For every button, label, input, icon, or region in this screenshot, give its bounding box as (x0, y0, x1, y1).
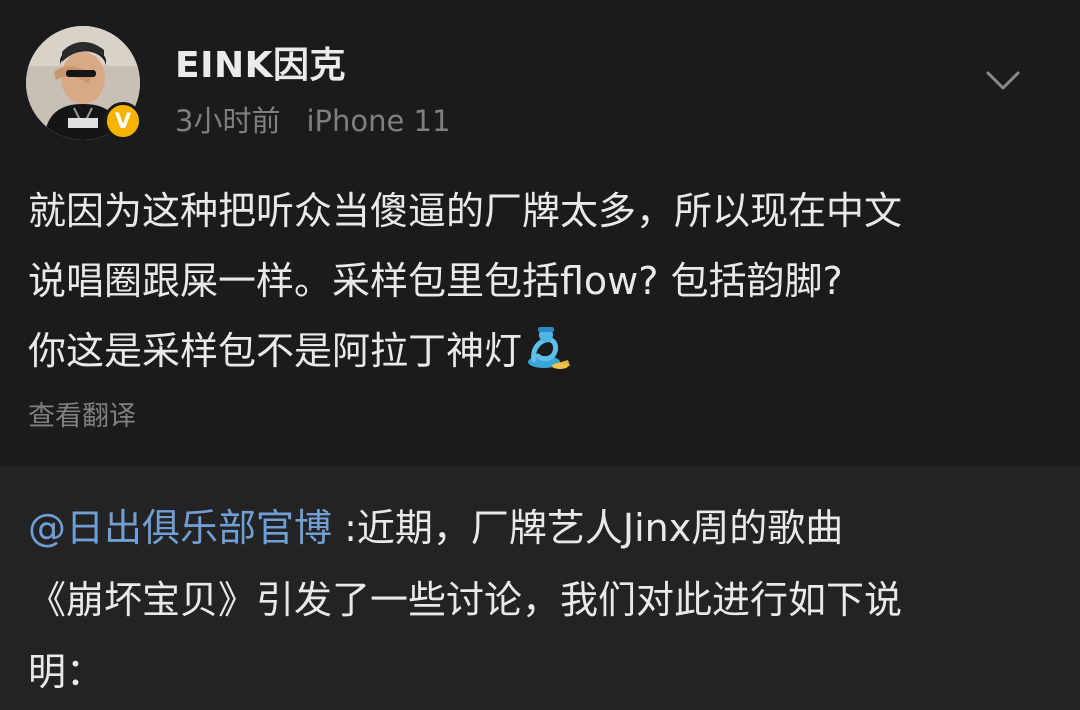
verified-badge-icon: V (104, 102, 142, 140)
post-content-line: 说唱圈跟屎一样。采样包里包括flow? 包括韵脚? (28, 259, 843, 303)
chevron-down-icon[interactable] (985, 68, 1021, 94)
post-content-line: 就因为这种把听众当傻逼的厂牌太多，所以现在中文 (28, 189, 903, 233)
username[interactable]: EINK因克 (175, 36, 346, 88)
translate-link[interactable]: 查看翻译 (28, 394, 136, 433)
mention-link[interactable]: @日出俱乐部官博 (28, 506, 332, 550)
reposted-content[interactable]: @日出俱乐部官博 :近期，厂牌艺人Jinx周的歌曲 《崩坏宝贝》引发了一些讨论，… (0, 466, 1080, 710)
repost-text-segment: :近期，厂牌艺人Jinx周的歌曲 (332, 506, 844, 550)
post-time: 3小时前 (175, 104, 281, 138)
genie-icon (528, 327, 571, 369)
post-content-text: 你这是采样包不是阿拉丁神灯 (28, 329, 523, 373)
repost-line: 《崩坏宝贝》引发了一些讨论，我们对此进行如下说 (28, 578, 903, 622)
post-content-line: 你这是采样包不是阿拉丁神灯 (28, 316, 1063, 386)
post-meta: 3小时前 iPhone 11 (175, 98, 450, 140)
repost-line: @日出俱乐部官博 :近期，厂牌艺人Jinx周的歌曲 (28, 492, 1063, 564)
post-device: iPhone 11 (306, 104, 451, 138)
repost-text: @日出俱乐部官博 :近期，厂牌艺人Jinx周的歌曲 《崩坏宝贝》引发了一些讨论，… (28, 492, 1063, 708)
repost-line: 明： (28, 650, 105, 694)
post-content: 就因为这种把听众当傻逼的厂牌太多，所以现在中文 说唱圈跟屎一样。采样包里包括fl… (28, 176, 1063, 386)
weibo-post: V EINK因克 3小时前 iPhone 11 就因为这种把听众当傻逼的厂牌太多，… (0, 0, 1080, 466)
